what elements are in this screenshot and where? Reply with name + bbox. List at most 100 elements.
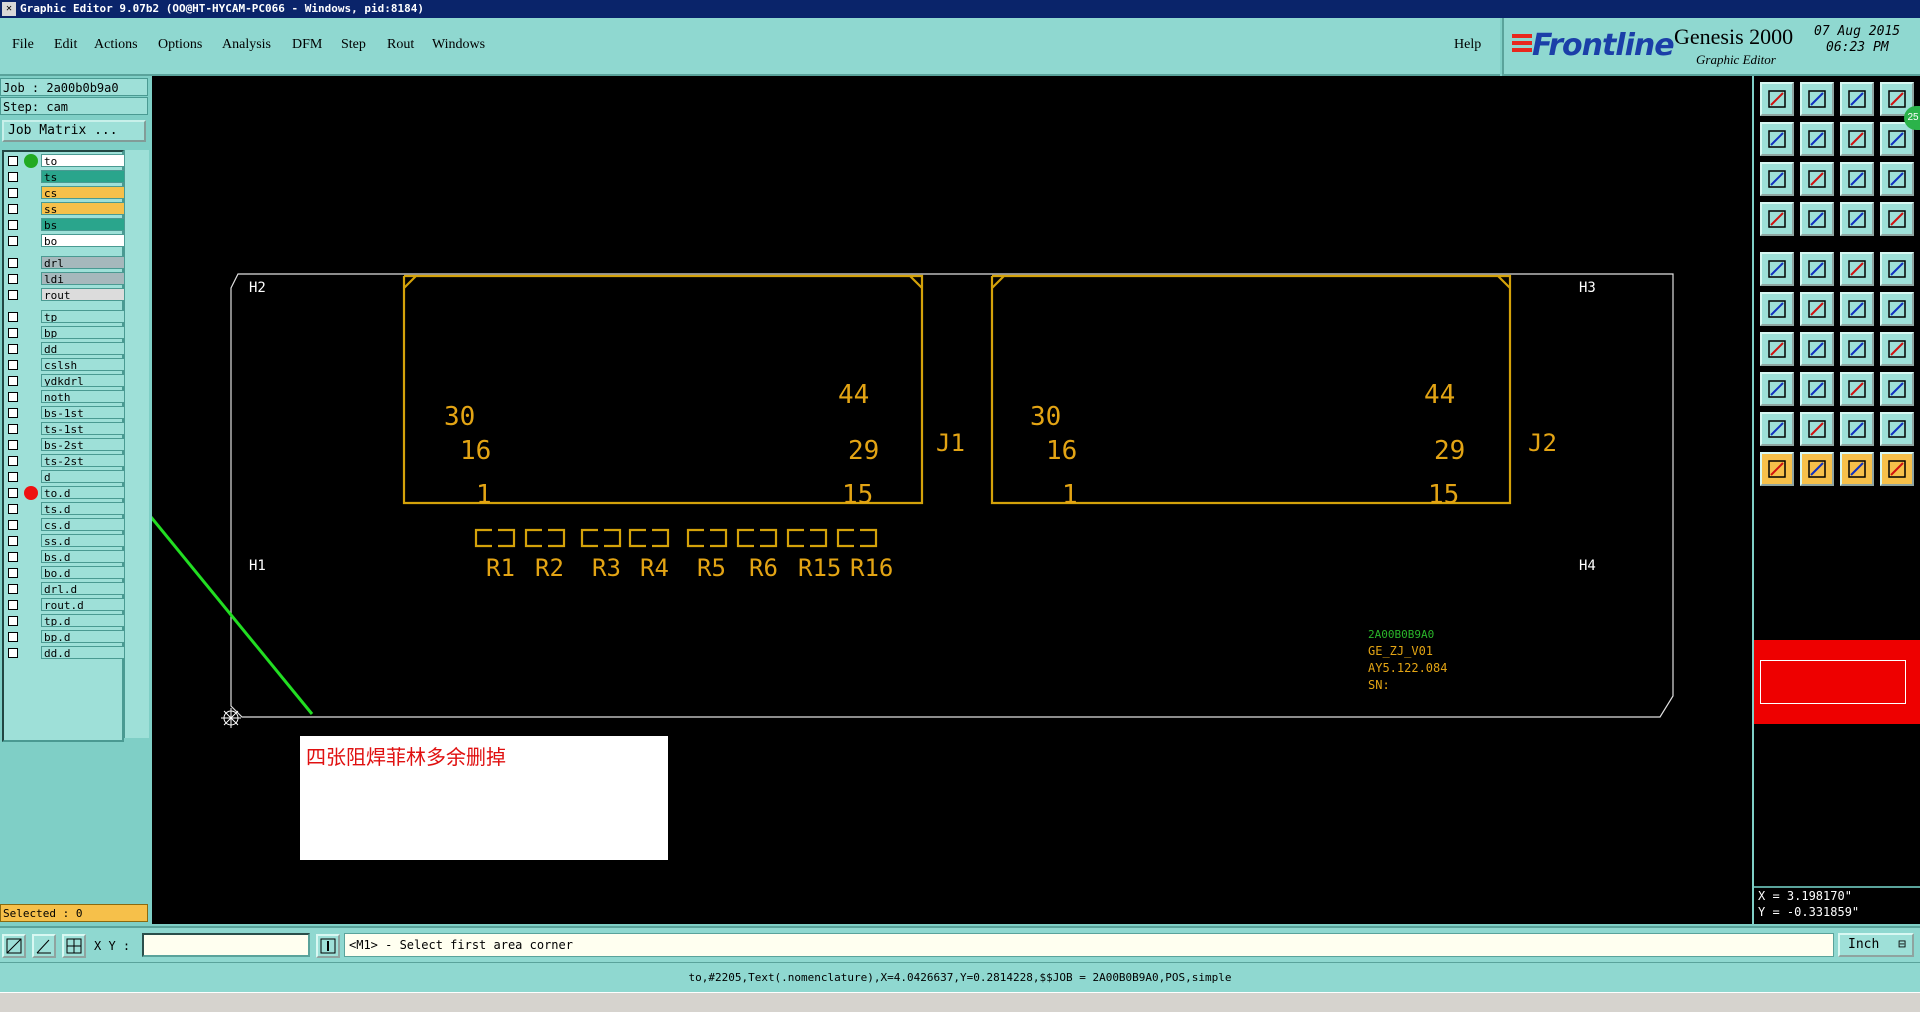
input-mode-button[interactable]: [316, 934, 340, 958]
layer-checkbox[interactable]: [8, 204, 18, 214]
layer-checkbox[interactable]: [8, 156, 18, 166]
layer-row-rout[interactable]: rout: [6, 288, 125, 302]
menu-options[interactable]: Options: [158, 37, 202, 53]
layer-name[interactable]: to: [41, 154, 125, 167]
layer-row-bs[interactable]: bs: [6, 218, 125, 232]
layer-checkbox[interactable]: [8, 424, 18, 434]
layer-checkbox[interactable]: [8, 274, 18, 284]
tool-line-draw-button[interactable]: [1760, 332, 1794, 366]
layer-row-cs[interactable]: cs: [6, 186, 125, 200]
layer-checkbox[interactable]: [8, 440, 18, 450]
tool-layer-settings-button[interactable]: [1760, 202, 1794, 236]
layer-name[interactable]: ts.d: [41, 502, 125, 515]
layer-name[interactable]: ts: [41, 170, 125, 183]
tool-home-button[interactable]: [1840, 82, 1874, 116]
tool-step-out-button[interactable]: [1800, 122, 1834, 156]
tool-triangle-select-button[interactable]: [1800, 252, 1834, 286]
layer-name[interactable]: noth: [41, 390, 125, 403]
layer-name[interactable]: bp: [41, 326, 125, 339]
tool-line-endpoint-2-button[interactable]: [1880, 292, 1914, 326]
layer-row-ts[interactable]: ts: [6, 170, 125, 184]
menu-rout[interactable]: Rout: [387, 37, 414, 53]
layer-checkbox[interactable]: [8, 376, 18, 386]
layer-row-dd-d[interactable]: dd.d: [6, 646, 125, 660]
tool-text-a-3-button[interactable]: [1840, 412, 1874, 446]
layer-checkbox[interactable]: [8, 312, 18, 322]
layer-checkbox[interactable]: [8, 600, 18, 610]
layer-row-drl-d[interactable]: drl.d: [6, 582, 125, 596]
layer-name[interactable]: bs: [41, 218, 125, 231]
layer-checkbox[interactable]: [8, 344, 18, 354]
tool-move-feature-button[interactable]: [1760, 372, 1794, 406]
layer-list[interactable]: to ts cs ss bs bo drl ldi rout tp bp dd cslsh ydkdrl n…: [2, 150, 125, 742]
layer-name[interactable]: dd: [41, 342, 125, 355]
layer-checkbox[interactable]: [8, 456, 18, 466]
layer-row-bp[interactable]: bp: [6, 326, 125, 340]
layer-row-drl[interactable]: drl: [6, 256, 125, 270]
layer-row-to[interactable]: to: [6, 154, 125, 168]
layer-checkbox[interactable]: [8, 584, 18, 594]
tool-pad-round-button[interactable]: [1880, 252, 1914, 286]
layer-checkbox[interactable]: [8, 632, 18, 642]
menu-actions[interactable]: Actions: [94, 37, 138, 53]
tool-zoom-center-button[interactable]: [1800, 162, 1834, 196]
tool-arc-draw-button[interactable]: [1840, 332, 1874, 366]
layer-checkbox[interactable]: [8, 290, 18, 300]
tool-line-endpoint-button[interactable]: [1840, 292, 1874, 326]
tool-layer-up-button[interactable]: [1760, 82, 1794, 116]
layer-name[interactable]: cs: [41, 186, 125, 199]
layer-checkbox[interactable]: [8, 188, 18, 198]
tool-help-query-button[interactable]: [1880, 162, 1914, 196]
layer-row-bo-d[interactable]: bo.d: [6, 566, 125, 580]
tool-line-draw-2-button[interactable]: [1800, 332, 1834, 366]
tool-pointer-multi-button[interactable]: [1880, 452, 1914, 486]
tool-drill-view-button[interactable]: [1840, 202, 1874, 236]
layer-row-noth[interactable]: noth: [6, 390, 125, 404]
tool-step-in-button[interactable]: [1760, 122, 1794, 156]
menu-edit[interactable]: Edit: [54, 37, 77, 53]
layer-row-ss-d[interactable]: ss.d: [6, 534, 125, 548]
menu-analysis[interactable]: Analysis: [222, 37, 271, 53]
layer-checkbox[interactable]: [8, 648, 18, 658]
layer-name[interactable]: cslsh: [41, 358, 125, 371]
layer-checkbox[interactable]: [8, 568, 18, 578]
tool-text-a-button[interactable]: [1760, 412, 1794, 446]
layer-row-bs-d[interactable]: bs.d: [6, 550, 125, 564]
menu-help[interactable]: Help: [1454, 37, 1481, 53]
layer-checkbox[interactable]: [8, 536, 18, 546]
graphic-canvas[interactable]: H2 H3 H1 H4 30 16 1 44 29 15 J1 30 16 1 …: [104, 76, 1752, 924]
layer-row-ss[interactable]: ss: [6, 202, 125, 216]
tool-feature-bar-button[interactable]: [1840, 252, 1874, 286]
layer-checkbox[interactable]: [8, 488, 18, 498]
tool-cross-delete-button[interactable]: [1800, 292, 1834, 326]
tool-grid-view-button[interactable]: [1800, 202, 1834, 236]
layer-row-dd[interactable]: dd: [6, 342, 125, 356]
tool-zoom-fit-button[interactable]: [1760, 162, 1794, 196]
layer-name[interactable]: dd.d: [41, 646, 125, 659]
angle-mode-button[interactable]: [32, 934, 56, 958]
layer-checkbox[interactable]: [8, 236, 18, 246]
layer-name[interactable]: bs.d: [41, 550, 125, 563]
layer-row-ts-1st[interactable]: ts-1st: [6, 422, 125, 436]
layer-name[interactable]: bs-2st: [41, 438, 125, 451]
layer-row-ts-2st[interactable]: ts-2st: [6, 454, 125, 468]
tool-text-a-2-button[interactable]: [1800, 412, 1834, 446]
tool-line-cut-button[interactable]: [1800, 372, 1834, 406]
tool-text-mode-button[interactable]: [1880, 332, 1914, 366]
xy-coordinate-input[interactable]: [142, 933, 310, 957]
tool-net-select-button[interactable]: [1760, 292, 1794, 326]
layer-checkbox[interactable]: [8, 328, 18, 338]
tool-pointer-box-button[interactable]: [1800, 452, 1834, 486]
layer-row-bo[interactable]: bo: [6, 234, 125, 248]
tool-copy-feature-button[interactable]: [1880, 372, 1914, 406]
menu-step[interactable]: Step: [341, 37, 366, 53]
layer-row-ldi[interactable]: ldi: [6, 272, 125, 286]
layer-checkbox[interactable]: [8, 504, 18, 514]
layer-checkbox[interactable]: [8, 616, 18, 626]
layer-name[interactable]: rout: [41, 288, 125, 301]
grid-snap-button[interactable]: [62, 934, 86, 958]
layer-name[interactable]: bo.d: [41, 566, 125, 579]
layer-name[interactable]: ydkdrl: [41, 374, 125, 387]
layer-row-cs-d[interactable]: cs.d: [6, 518, 125, 532]
job-matrix-button[interactable]: Job Matrix ...: [2, 120, 146, 142]
